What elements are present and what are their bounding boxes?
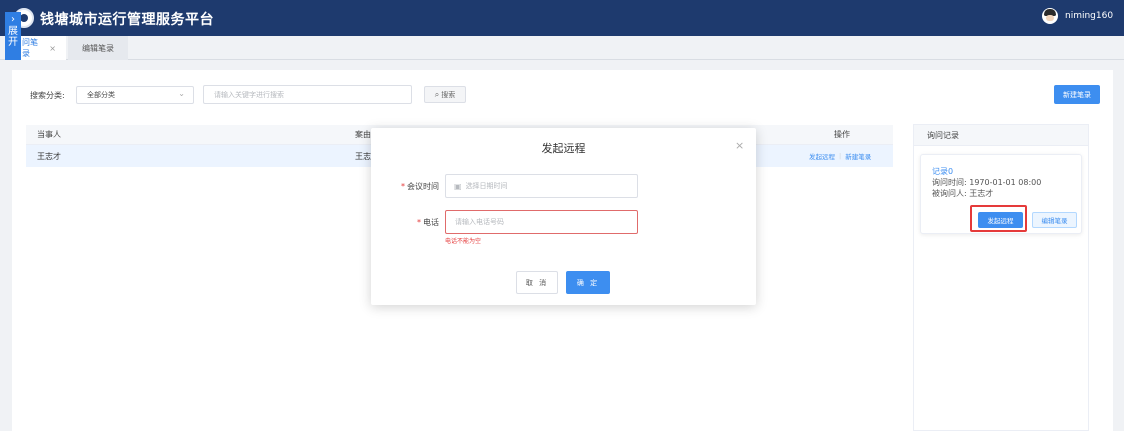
tab-interrogation-record[interactable]: 问笔录 × <box>14 36 66 60</box>
category-label: 搜索分类: <box>30 91 65 100</box>
tab-bar: 问笔录 × 编辑笔录 <box>0 36 1124 60</box>
tab-edit-record[interactable]: 编辑笔录 <box>68 36 128 60</box>
cell-party: 王志才 <box>37 151 61 161</box>
phone-error-message: 电话不能为空 <box>445 238 482 245</box>
close-icon[interactable]: × <box>735 139 744 152</box>
phone-label-text: 电话 <box>423 218 439 227</box>
record-card: 记录0 询问时间: 1970-01-01 08:00 被询问人: 王志才 发起远… <box>920 154 1082 234</box>
app-title: 钱塘城市运行管理服务平台 <box>40 12 214 28</box>
required-mark: * <box>417 218 421 227</box>
category-select-value: 全部分类 <box>87 91 115 99</box>
search-placeholder: 请输入关键字进行搜索 <box>214 90 284 99</box>
sidebar-expand-button[interactable]: › 展开 <box>5 12 21 60</box>
phone-placeholder: 请输入电话号码 <box>455 218 504 226</box>
column-header-operations: 操作 <box>834 130 850 139</box>
user-avatar-icon[interactable] <box>1042 8 1058 24</box>
column-header-cause: 案由 <box>355 130 371 139</box>
new-record-link[interactable]: 新建笔录 <box>845 151 871 161</box>
phone-input[interactable]: 请输入电话号码 <box>445 210 638 234</box>
meeting-time-label: * 会议时间 <box>379 181 439 192</box>
search-button-label: 搜索 <box>441 90 456 99</box>
close-icon[interactable]: × <box>49 44 56 53</box>
sidebar-expand-label: 展开 <box>8 26 18 48</box>
record-title[interactable]: 记录0 <box>932 166 953 177</box>
meeting-time-picker[interactable]: ▣ 选择日期时间 <box>445 174 638 198</box>
record-inquired-person: 被询问人: 王志才 <box>932 189 994 198</box>
inquiry-records-panel: 询问记录 记录0 询问时间: 1970-01-01 08:00 被询问人: 王志… <box>913 124 1089 431</box>
row-operations: 发起远程 | 新建笔录 <box>809 145 871 167</box>
meeting-time-placeholder: 选择日期时间 <box>465 182 508 190</box>
search-icon: ⌕ <box>434 89 440 99</box>
search-button[interactable]: ⌕ 搜索 <box>424 86 466 103</box>
meeting-time-label-text: 会议时间 <box>407 182 439 191</box>
edit-record-button[interactable]: 编辑笔录 <box>1032 212 1077 228</box>
start-remote-button[interactable]: 发起远程 <box>978 212 1023 228</box>
search-input[interactable]: 请输入关键字进行搜索 <box>203 85 412 104</box>
cell-cause: 王志 <box>355 151 371 161</box>
column-header-party: 当事人 <box>37 130 61 139</box>
phone-label: * 电话 <box>379 217 439 228</box>
chevron-down-icon: ⌄ <box>178 89 185 98</box>
category-select[interactable]: 全部分类 ⌄ <box>76 86 194 104</box>
top-bar: 钱塘城市运行管理服务平台 niming160 <box>0 0 1124 36</box>
calendar-icon: ▣ <box>454 181 462 191</box>
start-remote-dialog: 发起远程 × * 会议时间 ▣ 选择日期时间 * 电话 请输入电话号码 电话不能为空… <box>371 128 756 305</box>
cancel-button[interactable]: 取 消 <box>516 271 558 294</box>
dialog-title: 发起远程 <box>541 142 586 155</box>
chevron-right-icon: › <box>11 14 15 25</box>
record-inquiry-time: 询问时间: 1970-01-01 08:00 <box>932 178 1042 187</box>
start-remote-link[interactable]: 发起远程 <box>809 151 835 161</box>
user-name[interactable]: niming160 <box>1065 11 1113 21</box>
tab-label: 编辑笔录 <box>82 43 114 53</box>
confirm-button[interactable]: 确 定 <box>566 271 610 294</box>
new-record-button[interactable]: 新建笔录 <box>1054 85 1100 104</box>
tab-label: 问笔录 <box>22 38 38 58</box>
panel-title: 询问记录 <box>914 125 1088 146</box>
divider: | <box>839 152 842 160</box>
required-mark: * <box>401 182 405 191</box>
